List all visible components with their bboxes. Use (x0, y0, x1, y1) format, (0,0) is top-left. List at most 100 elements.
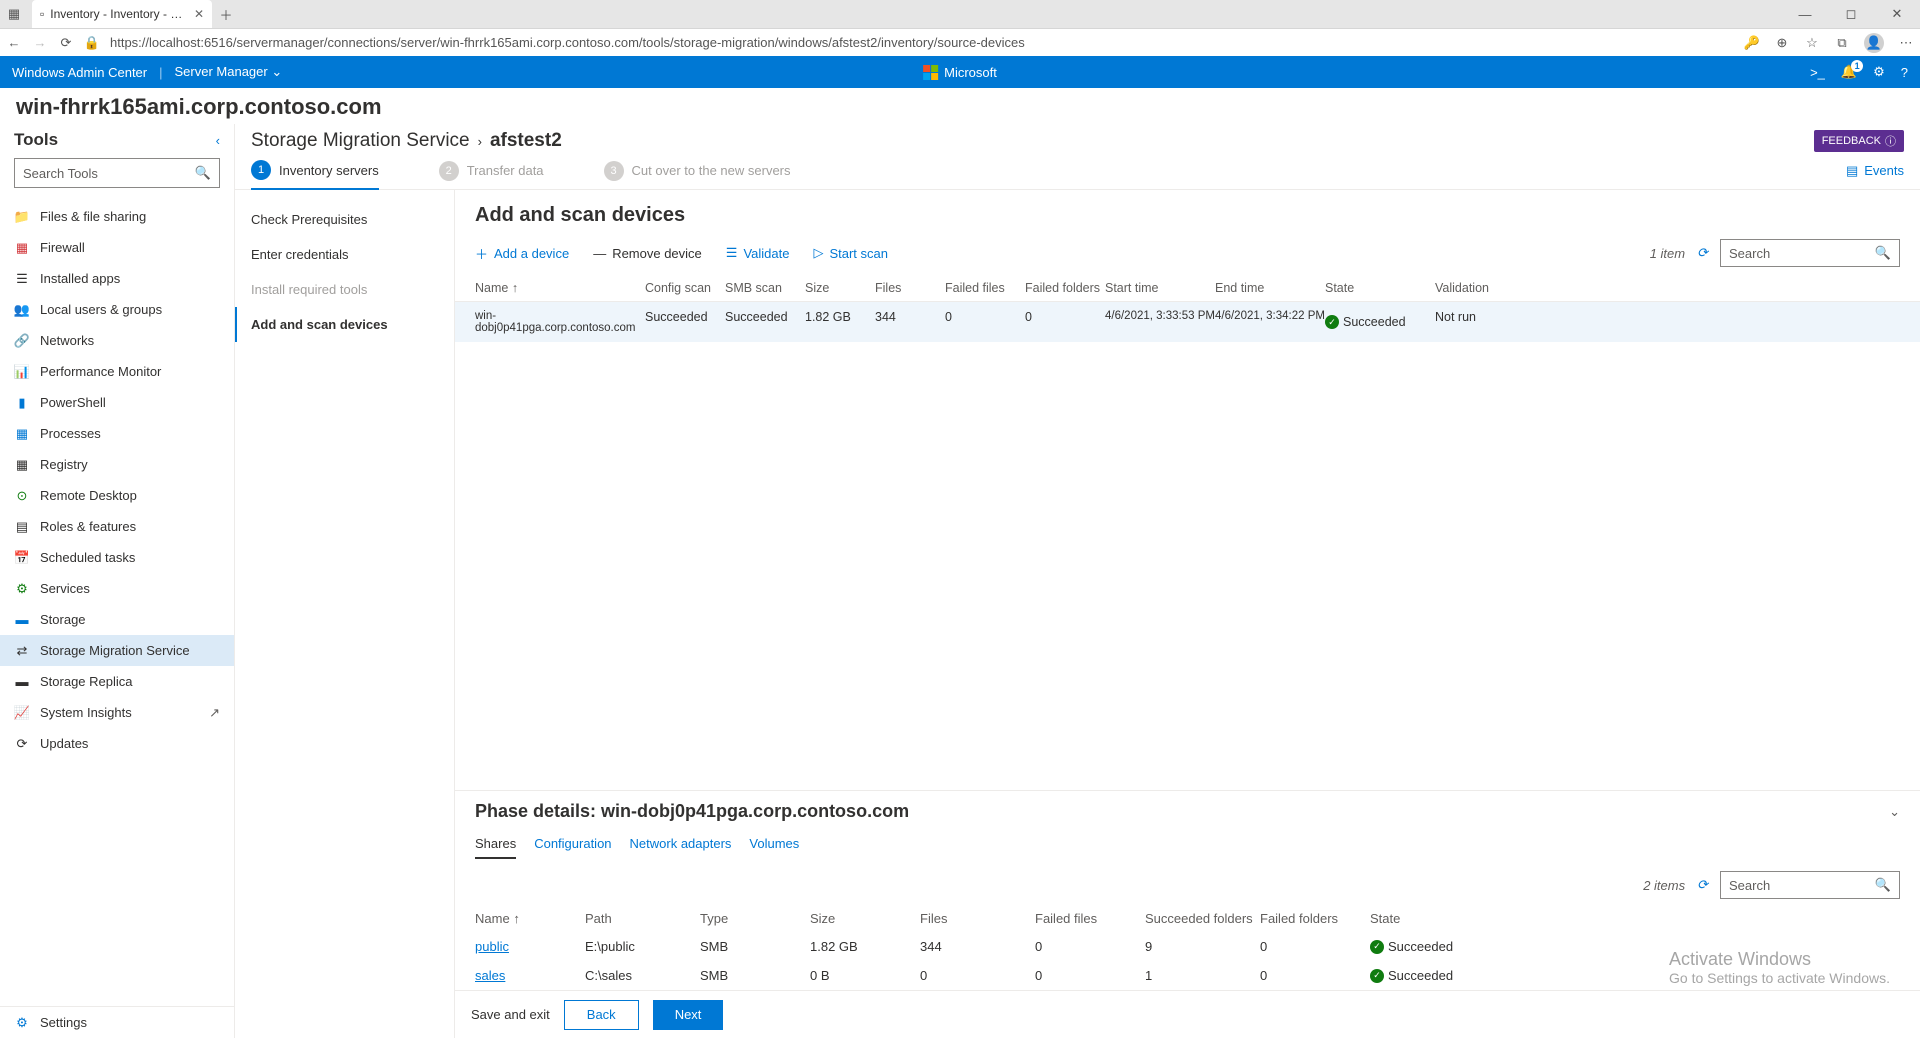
refresh-grid-icon[interactable]: ⟳ (1697, 245, 1708, 261)
maximize-icon[interactable]: ◻ (1828, 0, 1874, 28)
sidebar-item-services[interactable]: ⚙Services (0, 573, 234, 604)
read-aloud-icon[interactable]: ⊕ (1774, 35, 1790, 51)
powershell-icon: ▮ (14, 395, 30, 411)
notifications-icon[interactable]: 🔔 (1841, 64, 1857, 80)
col-share-failed-folders[interactable]: Failed folders (1260, 911, 1370, 926)
gear-icon: ⚙ (14, 1015, 30, 1031)
sidebar-item-networks[interactable]: 🔗Networks (0, 325, 234, 356)
share-link-public[interactable]: public (475, 939, 509, 954)
device-row[interactable]: win-dobj0p41pga.corp.contoso.com Succeed… (455, 302, 1920, 342)
sidebar-item-powershell[interactable]: ▮PowerShell (0, 387, 234, 418)
col-name[interactable]: Name (475, 281, 508, 295)
col-succeeded-folders[interactable]: Succeeded folders (1145, 911, 1260, 926)
start-scan-button[interactable]: ▷Start scan (813, 245, 888, 261)
app-menu-icon[interactable]: ▦ (0, 0, 28, 28)
browser-tab[interactable]: ▫ Inventory - Inventory - Job deta ✕ (32, 0, 212, 28)
collapse-phase-icon[interactable]: ⌄ (1889, 804, 1900, 820)
tab-shares[interactable]: Shares (475, 836, 516, 859)
col-end-time[interactable]: End time (1215, 281, 1325, 295)
step-cutover[interactable]: 3Cut over to the new servers (604, 161, 791, 189)
collections-icon[interactable]: ⧉ (1834, 35, 1850, 51)
breadcrumb-root[interactable]: Storage Migration Service (251, 130, 470, 152)
sidebar-item-local-users[interactable]: 👥Local users & groups (0, 294, 234, 325)
close-icon[interactable]: ✕ (194, 7, 204, 21)
address-bar[interactable]: https://localhost:6516/servermanager/con… (110, 35, 1734, 50)
step-transfer[interactable]: 2Transfer data (439, 161, 544, 189)
devices-grid: Name ↑ Config scan SMB scan Size Files F… (455, 275, 1920, 342)
col-failed-files[interactable]: Failed files (945, 281, 1025, 295)
feedback-button[interactable]: FEEDBACKⓘ (1814, 130, 1904, 152)
settings-icon[interactable]: ⚙ (1873, 64, 1885, 80)
refresh-shares-icon[interactable]: ⟳ (1697, 877, 1708, 893)
substep-scan[interactable]: Add and scan devices (235, 307, 454, 342)
col-share-size[interactable]: Size (810, 911, 920, 926)
substep-creds[interactable]: Enter credentials (235, 237, 454, 272)
sidebar-item-storage-migration[interactable]: ⇄Storage Migration Service (0, 635, 234, 666)
sidebar-item-settings[interactable]: ⚙Settings (0, 1007, 234, 1038)
collapse-sidebar-icon[interactable]: ‹ (216, 133, 220, 148)
firewall-icon: ▦ (14, 240, 30, 256)
col-share-files[interactable]: Files (920, 911, 1035, 926)
col-share-state[interactable]: State (1370, 911, 1480, 926)
sort-asc-icon: ↑ (513, 911, 520, 926)
validate-button[interactable]: ☰Validate (726, 245, 790, 261)
col-size[interactable]: Size (805, 281, 875, 295)
rdp-icon: ⊙ (14, 488, 30, 504)
step-inventory[interactable]: 1Inventory servers (251, 160, 379, 190)
tab-volumes[interactable]: Volumes (749, 836, 799, 859)
sidebar-item-files[interactable]: 📁Files & file sharing (0, 201, 234, 232)
shares-count: 2 items (1643, 878, 1685, 893)
share-link-sales[interactable]: sales (475, 968, 505, 983)
sidebar-item-scheduled-tasks[interactable]: 📅Scheduled tasks (0, 542, 234, 573)
new-tab-button[interactable]: ＋ (212, 0, 240, 28)
minimize-icon[interactable]: — (1782, 0, 1828, 28)
sidebar-item-events[interactable]: 📋Events (0, 194, 234, 201)
more-icon[interactable]: ⋯ (1898, 35, 1914, 51)
key-icon[interactable]: 🔑 (1744, 35, 1760, 51)
events-button[interactable]: ▤Events (1846, 163, 1904, 187)
sidebar-item-firewall[interactable]: ▦Firewall (0, 232, 234, 263)
next-button[interactable]: Next (653, 1000, 724, 1030)
sidebar-item-updates[interactable]: ⟳Updates (0, 728, 234, 759)
tab-network-adapters[interactable]: Network adapters (630, 836, 732, 859)
col-share-name[interactable]: Name (475, 911, 510, 926)
sidebar-item-storage-replica[interactable]: ▬Storage Replica (0, 666, 234, 697)
favorite-icon[interactable]: ☆ (1804, 35, 1820, 51)
sidebar-item-registry[interactable]: ▦Registry (0, 449, 234, 480)
col-share-failed-files[interactable]: Failed files (1035, 911, 1145, 926)
sidebar-item-remote-desktop[interactable]: ⊙Remote Desktop (0, 480, 234, 511)
phase-details: Phase details: win-dobj0p41pga.corp.cont… (455, 790, 1920, 990)
add-device-button[interactable]: ＋Add a device (475, 244, 569, 263)
wac-brand[interactable]: Windows Admin Center (12, 65, 147, 80)
sidebar-item-system-insights[interactable]: 📈System Insights↗ (0, 697, 234, 728)
search-shares-input[interactable]: Search🔍 (1720, 871, 1900, 899)
col-smb-scan[interactable]: SMB scan (725, 281, 805, 295)
search-devices-input[interactable]: Search🔍 (1720, 239, 1900, 267)
col-type[interactable]: Type (700, 911, 810, 926)
server-manager-dropdown[interactable]: Server Manager ⌄ (175, 64, 283, 80)
col-path[interactable]: Path (585, 911, 700, 926)
refresh-icon[interactable]: ⟳ (58, 35, 74, 51)
close-window-icon[interactable]: ✕ (1874, 0, 1920, 28)
search-tools-input[interactable]: Search Tools 🔍 (14, 158, 220, 188)
sidebar-item-roles[interactable]: ▤Roles & features (0, 511, 234, 542)
substep-prereq[interactable]: Check Prerequisites (235, 202, 454, 237)
sidebar-item-storage[interactable]: ▬Storage (0, 604, 234, 635)
col-state[interactable]: State (1325, 281, 1435, 295)
sidebar-item-processes[interactable]: ▦Processes (0, 418, 234, 449)
col-config-scan[interactable]: Config scan (645, 281, 725, 295)
back-icon[interactable]: ← (6, 35, 22, 51)
col-start-time[interactable]: Start time (1105, 281, 1215, 295)
sidebar-item-installed-apps[interactable]: ☰Installed apps (0, 263, 234, 294)
save-exit-link[interactable]: Save and exit (471, 1007, 550, 1022)
remove-device-button[interactable]: —Remove device (593, 246, 702, 261)
col-failed-folders[interactable]: Failed folders (1025, 281, 1105, 295)
profile-icon[interactable]: 👤 (1864, 33, 1884, 53)
col-validation[interactable]: Validation (1435, 281, 1505, 295)
sidebar-item-perfmon[interactable]: 📊Performance Monitor (0, 356, 234, 387)
help-icon[interactable]: ? (1901, 65, 1908, 80)
back-button[interactable]: Back (564, 1000, 639, 1030)
col-files[interactable]: Files (875, 281, 945, 295)
cloud-shell-icon[interactable]: >_ (1810, 65, 1825, 80)
tab-configuration[interactable]: Configuration (534, 836, 611, 859)
